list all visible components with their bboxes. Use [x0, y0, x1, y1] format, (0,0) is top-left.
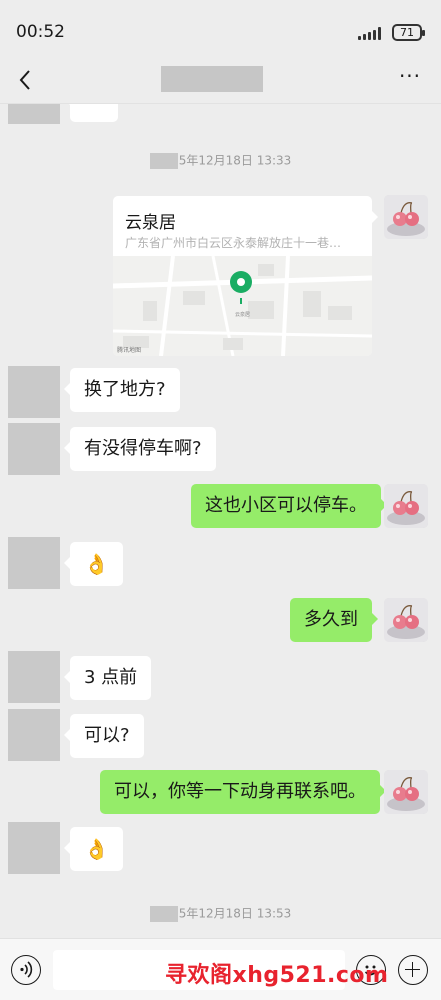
location-name: 云泉居	[125, 213, 176, 233]
status-bar: 00:52 71	[0, 0, 441, 56]
contact-avatar[interactable]	[8, 537, 60, 589]
contact-avatar[interactable]	[8, 709, 60, 761]
contact-avatar[interactable]	[8, 104, 60, 124]
battery-icon: 71	[392, 24, 425, 41]
timestamp: 5年12月18日 13:33	[0, 150, 441, 170]
more-dots-icon[interactable]: ···	[396, 66, 424, 92]
timestamp-mask	[149, 152, 178, 169]
self-avatar[interactable]	[384, 598, 428, 642]
location-map[interactable]: 云泉居 腾讯地图	[113, 256, 372, 356]
svg-text:腾讯地图: 腾讯地图	[117, 346, 141, 354]
voice-icon[interactable]	[11, 955, 41, 985]
contact-avatar[interactable]	[8, 822, 60, 874]
contact-avatar[interactable]	[8, 651, 60, 703]
location-card-tail	[371, 210, 378, 224]
message-bubble[interactable]: 可以，你等一下动身再联系吧。	[100, 770, 386, 814]
clock: 00:52	[16, 22, 65, 42]
signal-icon	[358, 26, 386, 40]
self-avatar[interactable]	[384, 484, 428, 528]
location-card[interactable]: 云泉居 广东省广州市白云区永泰解放庄十一巷… 云泉居 腾讯地图	[113, 196, 372, 356]
chevron-left-icon[interactable]	[14, 66, 38, 94]
contact-avatar[interactable]	[8, 423, 60, 475]
timestamp-mask	[149, 905, 178, 922]
message-bubble-partial[interactable]	[64, 104, 118, 122]
message-bubble[interactable]: 3 点前	[63, 656, 152, 700]
message-bubble[interactable]: 多久到	[290, 598, 378, 642]
watermark-text: 寻欢阁xhg521.com	[165, 963, 389, 988]
chat-header: ···	[0, 56, 441, 104]
location-address: 广东省广州市白云区永泰解放庄十一巷…	[125, 236, 342, 250]
message-list[interactable]: 5年12月18日 13:33 云泉居 广东省广州市白云区永泰解放庄十一巷… 云泉…	[0, 104, 441, 938]
contact-avatar[interactable]	[8, 366, 60, 418]
message-bubble[interactable]: 有没得停车啊?	[64, 427, 216, 471]
message-bubble[interactable]: 换了地方?	[64, 368, 180, 412]
message-bubble[interactable]: 这也小区可以停车。	[191, 484, 387, 528]
emoji-ok-icon[interactable]: 👌	[64, 827, 123, 871]
timestamp: 5年12月18日 13:53	[0, 903, 441, 923]
chat-title-redacted	[161, 66, 263, 92]
self-avatar[interactable]	[384, 770, 428, 814]
svg-text:云泉居: 云泉居	[235, 311, 250, 318]
message-bubble[interactable]: 可以?	[64, 714, 144, 758]
emoji-ok-icon[interactable]: 👌	[64, 542, 123, 586]
self-avatar[interactable]	[384, 195, 428, 239]
plus-icon[interactable]	[398, 955, 428, 985]
